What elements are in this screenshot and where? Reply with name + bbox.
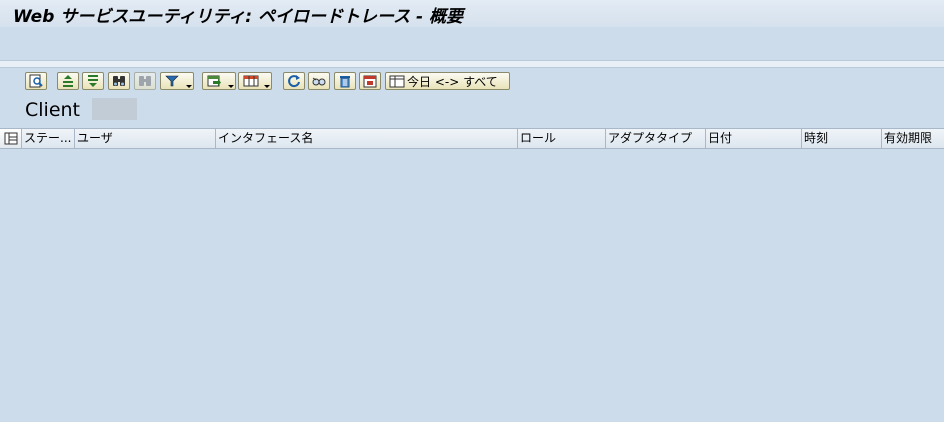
trace-grid-header: ステー... ユーザ インタフェース名 ロール アダプタタイプ 日付 時刻 有効… [0, 128, 944, 149]
table-icon [389, 75, 405, 87]
export-button[interactable] [202, 72, 236, 90]
find-icon [113, 76, 125, 86]
details-button[interactable] [25, 72, 47, 90]
column-header-expiry[interactable]: 有効期限 [882, 129, 944, 148]
calendar-button[interactable] [359, 72, 381, 90]
chevron-down-icon [264, 85, 270, 88]
filter-icon [165, 75, 179, 87]
toolbar-separator [0, 60, 944, 68]
title-bar: Web サービスユーティリティ: ペイロードトレース - 概要 [0, 0, 944, 27]
application-toolbar: 今日 <-> すべて [0, 68, 944, 94]
find-button[interactable] [108, 72, 130, 90]
column-header-time[interactable]: 時刻 [802, 129, 882, 148]
column-header-date[interactable]: 日付 [706, 129, 802, 148]
sort-descending-button[interactable] [82, 72, 104, 90]
glasses-icon [312, 77, 326, 86]
column-settings-icon [4, 132, 17, 145]
export-icon [207, 75, 221, 87]
details-icon [29, 74, 43, 88]
sort-ascending-button[interactable] [57, 72, 79, 90]
chevron-down-icon [228, 85, 234, 88]
column-header-status[interactable]: ステー... [22, 129, 75, 148]
column-header-user[interactable]: ユーザ [75, 129, 216, 148]
today-all-toggle-button[interactable]: 今日 <-> すべて [385, 72, 510, 90]
menu-bar [0, 27, 944, 60]
delete-icon [340, 76, 350, 88]
filter-button[interactable] [160, 72, 194, 90]
sort-ascending-icon [63, 75, 73, 87]
chevron-down-icon [186, 85, 192, 88]
layout-icon [243, 75, 259, 87]
display-button[interactable] [308, 72, 330, 90]
calendar-icon [363, 75, 377, 88]
grid-layout-button[interactable] [0, 129, 22, 148]
find-next-icon [139, 76, 151, 86]
today-all-label: 今日 <-> すべて [407, 74, 498, 89]
column-header-interface-name[interactable]: インタフェース名 [216, 129, 518, 148]
window-title: Web サービスユーティリティ: ペイロードトレース - 概要 [13, 7, 463, 27]
find-next-button[interactable] [134, 72, 156, 90]
column-header-role[interactable]: ロール [518, 129, 606, 148]
sort-descending-icon [88, 75, 98, 87]
refresh-icon [288, 75, 300, 88]
column-header-adapter-type[interactable]: アダプタタイプ [606, 129, 706, 148]
delete-button[interactable] [334, 72, 356, 90]
refresh-button[interactable] [283, 72, 305, 90]
layout-button[interactable] [238, 72, 272, 90]
client-label: Client [25, 99, 81, 121]
client-value-field [92, 98, 137, 120]
